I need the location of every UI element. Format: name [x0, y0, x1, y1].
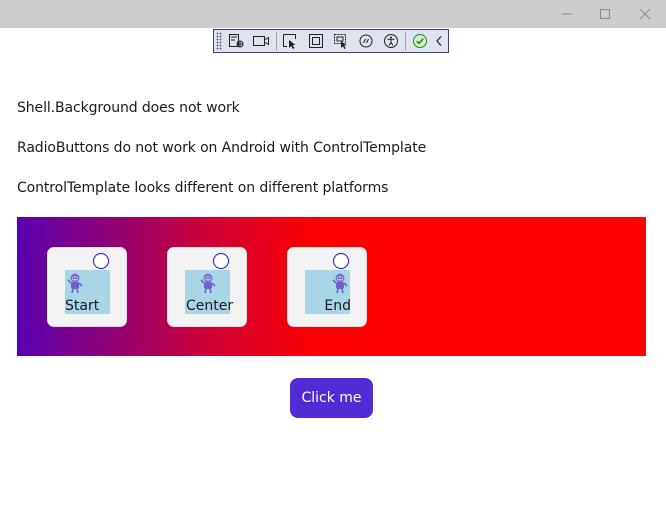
accessibility-checker-button[interactable]: [380, 31, 401, 51]
radio-label: Center: [186, 298, 234, 314]
radio-content: End: [305, 270, 351, 314]
maximize-icon: [600, 9, 610, 19]
radio-indicator[interactable]: [213, 253, 229, 269]
minimize-button[interactable]: [546, 0, 588, 28]
radio-indicator[interactable]: [93, 253, 109, 269]
video-camera-icon: [253, 36, 270, 46]
display-layout-adorners-icon: [308, 34, 323, 48]
live-visual-tree-icon: [229, 34, 244, 48]
toolbar-separator: [275, 32, 277, 50]
binding-failures-icon: [359, 34, 373, 48]
radio-button-center[interactable]: Center: [167, 247, 247, 327]
radio-button-end[interactable]: End: [287, 247, 367, 327]
close-icon: [640, 9, 650, 19]
maximize-button[interactable]: [584, 0, 626, 28]
dotnet-bot-icon: [67, 273, 83, 294]
track-focus-icon: [333, 34, 347, 49]
layout-adorners-button[interactable]: [305, 31, 326, 51]
click-me-button[interactable]: Click me: [290, 378, 373, 418]
window-title-bar: [0, 0, 666, 28]
live-visual-tree-button[interactable]: [226, 31, 247, 51]
toolbar-grip-handle[interactable]: [216, 32, 222, 50]
collapse-toolbar-button[interactable]: [434, 31, 444, 51]
close-button[interactable]: [624, 0, 666, 28]
radio-content: Center: [185, 270, 234, 314]
hot-reload-status-button[interactable]: [409, 31, 430, 51]
toolbar-separator: [405, 32, 407, 50]
dotnet-bot-icon: [200, 273, 216, 294]
radio-indicator[interactable]: [333, 253, 349, 269]
radio-label: Start: [65, 298, 100, 314]
binding-failures-button[interactable]: [355, 31, 376, 51]
radio-label: End: [324, 298, 351, 314]
collapse-chevron-icon: [436, 36, 442, 46]
track-focus-button[interactable]: [330, 31, 351, 51]
select-element-icon: [283, 34, 297, 49]
issue-label: Shell.Background does not work: [17, 100, 240, 116]
issue-label: ControlTemplate looks different on diffe…: [17, 180, 389, 196]
xaml-debug-toolbar: [213, 29, 449, 53]
hot-reload-check-icon: [412, 34, 427, 48]
record-button[interactable]: [251, 31, 272, 51]
issue-label: RadioButtons do not work on Android with…: [17, 140, 427, 156]
select-element-button[interactable]: [280, 31, 301, 51]
dotnet-bot-icon: [332, 273, 348, 294]
accessibility-icon: [383, 34, 398, 48]
minimize-icon: [562, 13, 572, 15]
radio-button-start[interactable]: Start: [47, 247, 127, 327]
radio-content: Start: [65, 270, 110, 314]
radio-button-panel: Start Center End: [17, 217, 646, 356]
